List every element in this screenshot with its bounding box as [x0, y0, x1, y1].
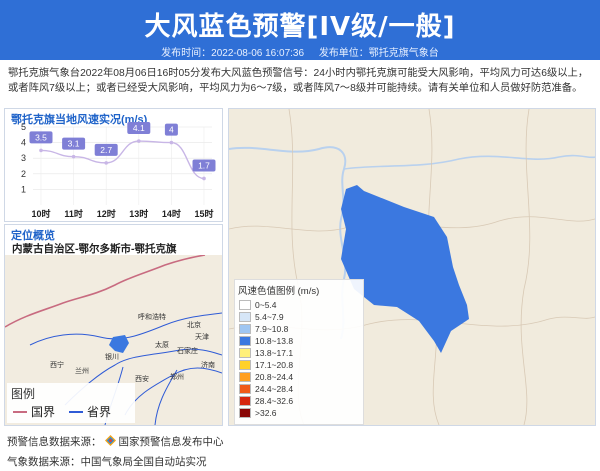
publish-unit: 发布单位：鄂托克旗气象台	[318, 48, 439, 59]
legend-label: 0~5.4	[255, 300, 277, 310]
data-label: 1.7	[198, 160, 210, 170]
legend-swatch	[239, 336, 251, 346]
province-border-swatch	[69, 410, 84, 413]
data-label: 4	[169, 125, 174, 135]
legend-label: 24.4~28.4	[255, 384, 294, 394]
wind-speed-point	[137, 139, 141, 143]
legend-label: 13.8~17.1	[255, 348, 294, 358]
legend-label: >32.6	[255, 408, 277, 418]
wind-color-legend: 风速色值图例 (m/s) 0~5.4 5.4~7.9 7.9~10.8 10.8…	[234, 279, 364, 425]
legend-swatch	[239, 396, 251, 406]
location-region: 内蒙古自治区-鄂尔多斯市-鄂托克旗	[12, 243, 177, 255]
place-label: 济南	[201, 360, 215, 369]
x-tick-label: 12时	[97, 208, 116, 219]
place-label: 西安	[135, 374, 149, 383]
data-label: 2.7	[100, 145, 112, 155]
alert-source-name[interactable]: 国家预警信息发布中心	[119, 436, 224, 448]
detail-map-panel: 风速色值图例 (m/s) 0~5.4 5.4~7.9 7.9~10.8 10.8…	[228, 108, 596, 426]
national-border-label: 国界	[31, 405, 56, 419]
header-bar: 大风蓝色预警[IV级/一般] 发布时间：2022-08-06 16:07:36 …	[0, 0, 600, 60]
legend-label: 5.4~7.9	[255, 312, 284, 322]
place-label: 太原	[155, 340, 169, 349]
data-label: 4.1	[133, 123, 145, 133]
publish-time: 发布时间：2022-08-06 16:07:36	[161, 48, 305, 59]
legend-label: 20.8~24.4	[255, 372, 294, 382]
wind-speed-point	[71, 154, 76, 159]
wind-speed-point	[169, 140, 174, 145]
y-tick-label: 4	[21, 138, 26, 148]
legend-swatch	[239, 348, 251, 358]
place-label: 郑州	[170, 373, 184, 381]
location-panel: 定位概览 内蒙古自治区-鄂尔多斯市-鄂托克旗 呼和浩特 北京 天津 太原 石家庄…	[4, 224, 223, 426]
y-tick-label: 5	[21, 122, 26, 132]
place-label: 兰州	[75, 366, 89, 375]
legend-swatch	[239, 312, 251, 322]
wind-speed-point	[39, 148, 43, 153]
x-tick-label: 13时	[129, 208, 148, 219]
weather-data-source: 气象数据来源：中国气象局全国自动站实况	[7, 456, 207, 468]
wind-speed-chart: 1 2 3 4 5 3.5 10时 3.1 11时 2.7 12时 4.1 13时 4 14时 1.7 15时	[21, 122, 216, 219]
province-border-label: 省界	[87, 405, 112, 419]
wind-speed-point	[202, 176, 206, 181]
overview-legend-title: 图例	[11, 387, 36, 401]
warning-title: 大风蓝色预警[IV级/一般]	[144, 12, 456, 42]
warning-center-logo-icon	[104, 435, 116, 446]
wind-speed-panel: 鄂托克旗当地风速实况(m/s) 1 2 3 4 5 3.5 10时 3.1 11时 2.7 12时 4…	[4, 108, 223, 222]
alert-source-label: 预警信息数据来源：	[7, 436, 102, 448]
x-tick-label: 14时	[162, 208, 181, 219]
x-tick-label: 11时	[64, 208, 83, 219]
legend-label: 7.9~10.8	[255, 324, 289, 334]
legend-swatch	[239, 384, 251, 394]
data-label: 3.5	[35, 132, 47, 142]
warning-description: 鄂托克旗气象台2022年08月06日16时05分发布大风蓝色预警信号：24小时内…	[8, 68, 589, 94]
wind-speed-point	[104, 161, 108, 165]
y-tick-label: 3	[21, 153, 26, 163]
data-label: 3.1	[68, 139, 80, 149]
publish-meta: 发布时间：2022-08-06 16:07:36 发布单位：鄂托克旗气象台	[0, 44, 600, 59]
legend-swatch	[239, 372, 251, 382]
national-border-swatch	[13, 410, 27, 413]
place-label: 呼和浩特	[138, 312, 166, 321]
place-label: 天津	[195, 333, 209, 341]
alert-source: 预警信息数据来源： 国家预警信息发布中心	[7, 434, 224, 449]
place-label: 石家庄	[177, 346, 198, 355]
place-label: 银川	[105, 352, 119, 361]
x-tick-label: 15时	[194, 208, 213, 219]
wind-legend-title: 风速色值图例 (m/s)	[238, 286, 320, 297]
legend-label: 17.1~20.8	[255, 360, 294, 370]
overview-legend: 图例 国界 省界	[7, 383, 135, 423]
legend-swatch	[239, 324, 251, 334]
y-tick-label: 2	[21, 169, 26, 179]
legend-label: 10.8~13.8	[255, 336, 294, 346]
place-label: 西宁	[50, 360, 64, 369]
legend-label: 28.4~32.6	[255, 396, 294, 406]
place-label: 北京	[187, 320, 201, 329]
legend-swatch	[239, 408, 251, 418]
y-tick-label: 1	[21, 184, 26, 194]
x-tick-label: 10时	[31, 208, 50, 219]
legend-swatch	[239, 360, 251, 370]
legend-swatch	[239, 300, 251, 310]
